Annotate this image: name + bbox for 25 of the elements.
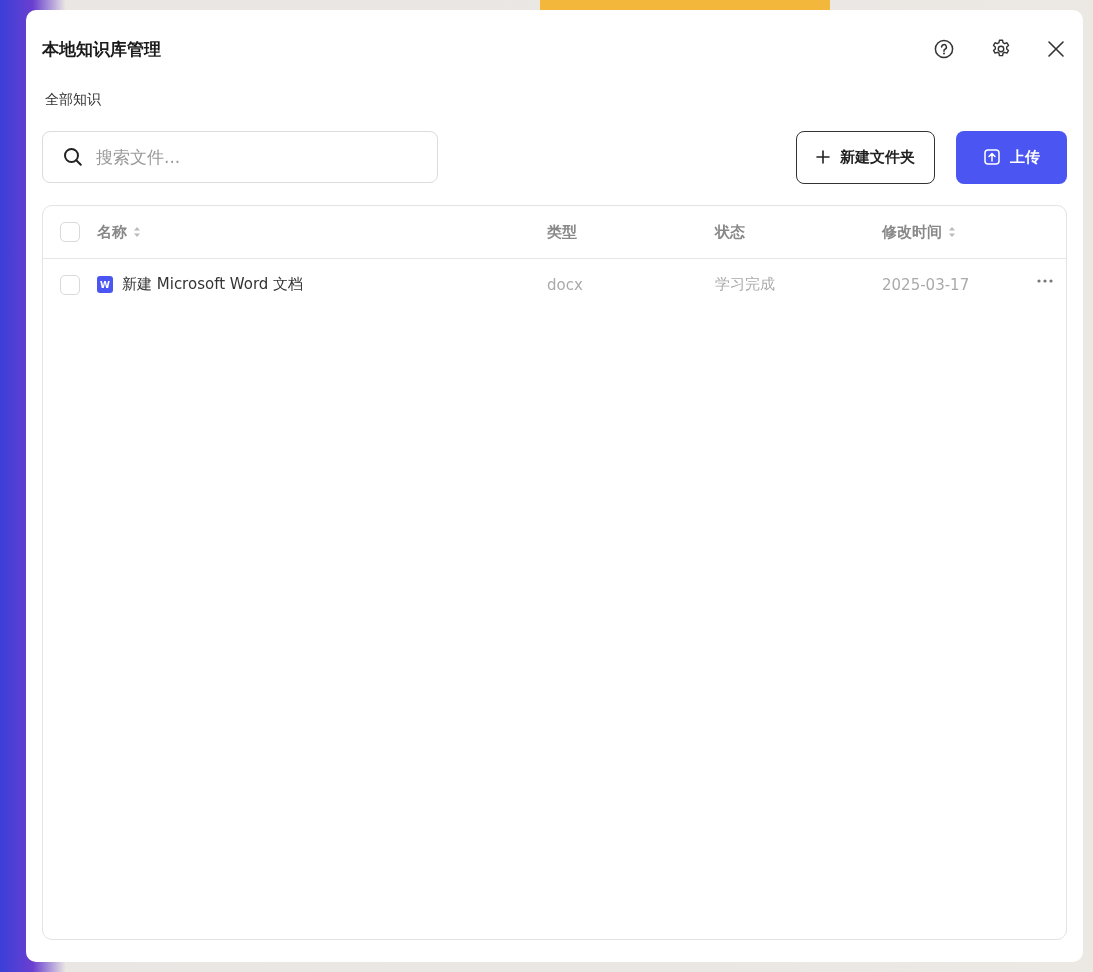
sortable-column-header[interactable]: 修改时间 xyxy=(882,222,956,242)
upload-button[interactable]: 上传 xyxy=(956,130,1067,184)
sort-icon xyxy=(133,226,141,238)
upload-icon xyxy=(984,149,1000,165)
breadcrumb-link[interactable]: 全部知识 xyxy=(42,88,104,109)
column-header: 状态 xyxy=(715,222,745,242)
dialog-title: 本地知识库管理 xyxy=(42,37,161,61)
close-icon[interactable] xyxy=(1048,41,1064,57)
column-header: 类型 xyxy=(547,222,577,242)
more-icon[interactable] xyxy=(1037,279,1053,283)
search-field[interactable]: 搜索文件... xyxy=(42,131,438,183)
plus-icon xyxy=(816,150,830,164)
file-name: 新建 Microsoft Word 文档 xyxy=(122,275,304,294)
table-cell: 2025-03-17 xyxy=(882,275,970,294)
document-icon: W xyxy=(97,276,113,293)
new-folder-button[interactable]: 新建文件夹 xyxy=(796,130,935,184)
table-cell: docx xyxy=(547,275,583,294)
help-icon[interactable] xyxy=(934,39,954,59)
file-row[interactable]: W 新建 Microsoft Word 文档 docx 学习完成 2025-03-17 xyxy=(43,259,1066,310)
checkbox[interactable] xyxy=(60,222,80,242)
table-cell: 学习完成 xyxy=(715,275,775,294)
sort-icon xyxy=(948,226,956,238)
sortable-column-header[interactable]: 名称 xyxy=(97,222,141,242)
search-icon xyxy=(63,147,83,167)
checkbox[interactable] xyxy=(60,274,80,295)
